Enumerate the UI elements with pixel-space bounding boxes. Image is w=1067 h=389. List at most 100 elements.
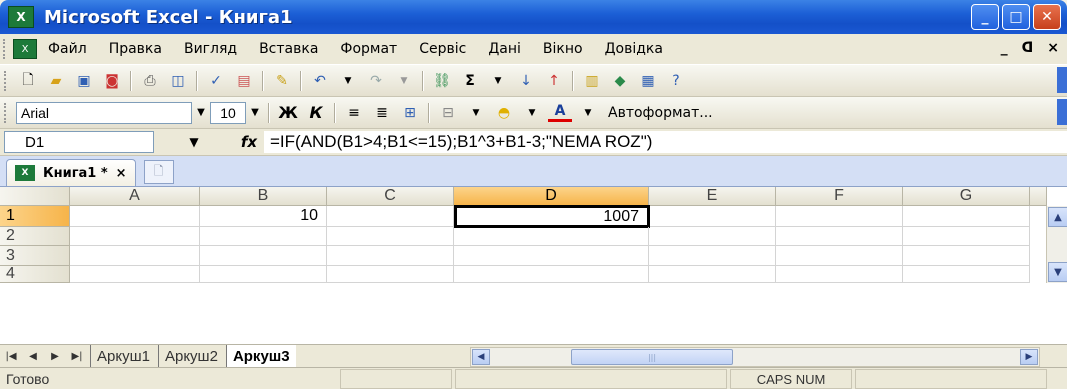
cell-c3[interactable] bbox=[327, 246, 454, 266]
cell-f2[interactable] bbox=[776, 227, 903, 246]
cell-d1[interactable]: 1007 bbox=[454, 205, 650, 228]
first-sheet-icon[interactable]: |◀ bbox=[0, 351, 22, 362]
chart-wizard-icon[interactable]: ▥ bbox=[580, 70, 604, 92]
format-painter-icon[interactable]: ✎ bbox=[270, 70, 294, 92]
doc-minimize-button[interactable]: _ bbox=[1001, 40, 1008, 56]
row-header-1[interactable]: 1 bbox=[0, 206, 70, 227]
new-workbook-tab-icon[interactable]: 🗋 bbox=[143, 160, 174, 184]
last-sheet-icon[interactable]: ▶| bbox=[66, 351, 88, 362]
select-all-corner[interactable] bbox=[0, 187, 70, 206]
menu-insert[interactable]: Вставка bbox=[248, 41, 329, 57]
column-header-d[interactable]: D bbox=[454, 187, 649, 206]
cell-d3[interactable] bbox=[454, 246, 649, 266]
row-header-3[interactable]: 3 bbox=[0, 246, 70, 266]
zoom-icon[interactable]: ▦ bbox=[636, 70, 660, 92]
sheet-tab-2[interactable]: Аркуш2 bbox=[157, 345, 224, 367]
scroll-left-icon[interactable]: ◀ bbox=[472, 349, 490, 365]
minimize-button[interactable]: _ bbox=[971, 4, 999, 30]
column-header-b[interactable]: B bbox=[200, 187, 327, 206]
save-icon[interactable]: ▣ bbox=[72, 70, 96, 92]
name-box-dropdown-icon[interactable]: ▼ bbox=[154, 135, 234, 149]
italic-button[interactable]: К bbox=[304, 102, 328, 124]
font-size-dropdown-icon[interactable]: ▼ bbox=[246, 103, 264, 123]
research-icon[interactable]: ▤ bbox=[232, 70, 256, 92]
cell-g1[interactable] bbox=[903, 206, 1030, 227]
sort-ascending-icon[interactable]: ↓ bbox=[514, 70, 538, 92]
vertical-scrollbar[interactable]: ▲ ▼ bbox=[1046, 206, 1067, 283]
menu-format[interactable]: Формат bbox=[329, 41, 408, 57]
menu-window[interactable]: Вікно bbox=[532, 41, 594, 57]
menu-grip[interactable] bbox=[3, 39, 9, 59]
print-preview-icon[interactable]: ◫ bbox=[166, 70, 190, 92]
undo-icon[interactable]: ↶ bbox=[308, 70, 332, 92]
autoformat-button[interactable]: Автоформат... bbox=[608, 105, 713, 121]
drawing-icon[interactable]: ◆ bbox=[608, 70, 632, 92]
cell-a2[interactable] bbox=[70, 227, 200, 246]
toolbar-grip[interactable] bbox=[4, 102, 10, 123]
align-left-icon[interactable]: ≡ bbox=[342, 102, 366, 124]
excel-app-icon[interactable]: X bbox=[8, 6, 34, 28]
toolbar-grip[interactable] bbox=[4, 70, 10, 91]
name-box[interactable]: D1 bbox=[4, 131, 154, 153]
cell-g4[interactable] bbox=[903, 266, 1030, 283]
column-header-e[interactable]: E bbox=[649, 187, 776, 206]
column-header-f[interactable]: F bbox=[776, 187, 903, 206]
redo-icon[interactable]: ↷ bbox=[364, 70, 388, 92]
align-center-icon[interactable]: ≣ bbox=[370, 102, 394, 124]
help-icon[interactable]: ? bbox=[664, 70, 688, 92]
autosum-icon[interactable]: Σ bbox=[458, 70, 482, 92]
borders-dropdown-icon[interactable]: ▼ bbox=[464, 102, 488, 124]
column-header-g[interactable]: G bbox=[903, 187, 1030, 206]
scroll-down-icon[interactable]: ▼ bbox=[1048, 262, 1067, 282]
menu-tools[interactable]: Сервіс bbox=[408, 41, 477, 57]
cell-d2[interactable] bbox=[454, 227, 649, 246]
bold-button[interactable]: Ж bbox=[276, 102, 300, 124]
cell-f4[interactable] bbox=[776, 266, 903, 283]
menu-view[interactable]: Вигляд bbox=[173, 41, 248, 57]
doc-close-button[interactable]: × bbox=[1047, 40, 1059, 56]
cell-d4[interactable] bbox=[454, 266, 649, 283]
row-header-4[interactable]: 4 bbox=[0, 265, 70, 283]
undo-dropdown-icon[interactable]: ▼ bbox=[336, 70, 360, 92]
sheet-tab-1[interactable]: Аркуш1 bbox=[90, 345, 156, 367]
row-header-2[interactable]: 2 bbox=[0, 227, 70, 246]
sheet-tab-3[interactable]: Аркуш3 bbox=[225, 345, 296, 367]
cell-e4[interactable] bbox=[649, 266, 776, 283]
horizontal-scroll-thumb[interactable]: ||| bbox=[571, 349, 733, 365]
font-name-field[interactable]: Arial bbox=[16, 101, 192, 124]
cell-b4[interactable] bbox=[200, 266, 327, 283]
cell-e1[interactable] bbox=[650, 206, 776, 227]
cell-g2[interactable] bbox=[903, 227, 1030, 246]
cell-c4[interactable] bbox=[327, 266, 454, 283]
cell-a1[interactable] bbox=[70, 206, 200, 227]
font-size-field[interactable]: 10 bbox=[210, 101, 246, 124]
cell-g3[interactable] bbox=[903, 246, 1030, 266]
font-color-icon[interactable]: A bbox=[548, 103, 572, 122]
scroll-up-icon[interactable]: ▲ bbox=[1048, 207, 1067, 227]
scroll-right-icon[interactable]: ▶ bbox=[1020, 349, 1038, 365]
new-icon[interactable]: 🗋 bbox=[16, 70, 40, 92]
doc-restore-button[interactable]: ᗡ bbox=[1022, 40, 1034, 56]
cell-c1[interactable] bbox=[327, 206, 454, 227]
menu-edit[interactable]: Правка bbox=[98, 41, 173, 57]
cell-e3[interactable] bbox=[649, 246, 776, 266]
open-icon[interactable]: ▰ bbox=[44, 70, 68, 92]
print-icon[interactable]: ⎙ bbox=[138, 70, 162, 92]
horizontal-scrollbar[interactable]: ◀ ||| ▶ bbox=[470, 347, 1040, 367]
cell-e2[interactable] bbox=[649, 227, 776, 246]
cell-b2[interactable] bbox=[200, 227, 327, 246]
redo-dropdown-icon[interactable]: ▼ bbox=[392, 70, 416, 92]
cell-b1[interactable]: 10 bbox=[200, 206, 327, 227]
workbook-tab-close[interactable]: × bbox=[116, 166, 127, 181]
close-button[interactable]: ✕ bbox=[1033, 4, 1061, 30]
formula-input[interactable]: =IF(AND(B1>4;B1<=15);B1^3+B1-3;"NEMA ROZ… bbox=[264, 131, 1067, 153]
fill-color-icon[interactable]: ◓ bbox=[492, 102, 516, 124]
font-dropdown-icon[interactable]: ▼ bbox=[192, 103, 210, 123]
borders-icon[interactable]: ⊟ bbox=[436, 102, 460, 124]
next-sheet-icon[interactable]: ▶ bbox=[44, 351, 66, 362]
merge-center-icon[interactable]: ⊞ bbox=[398, 102, 422, 124]
fill-dropdown-icon[interactable]: ▼ bbox=[520, 102, 544, 124]
spelling-icon[interactable]: ✓ bbox=[204, 70, 228, 92]
menu-help[interactable]: Довідка bbox=[594, 41, 674, 57]
prev-sheet-icon[interactable]: ◀ bbox=[22, 351, 44, 362]
